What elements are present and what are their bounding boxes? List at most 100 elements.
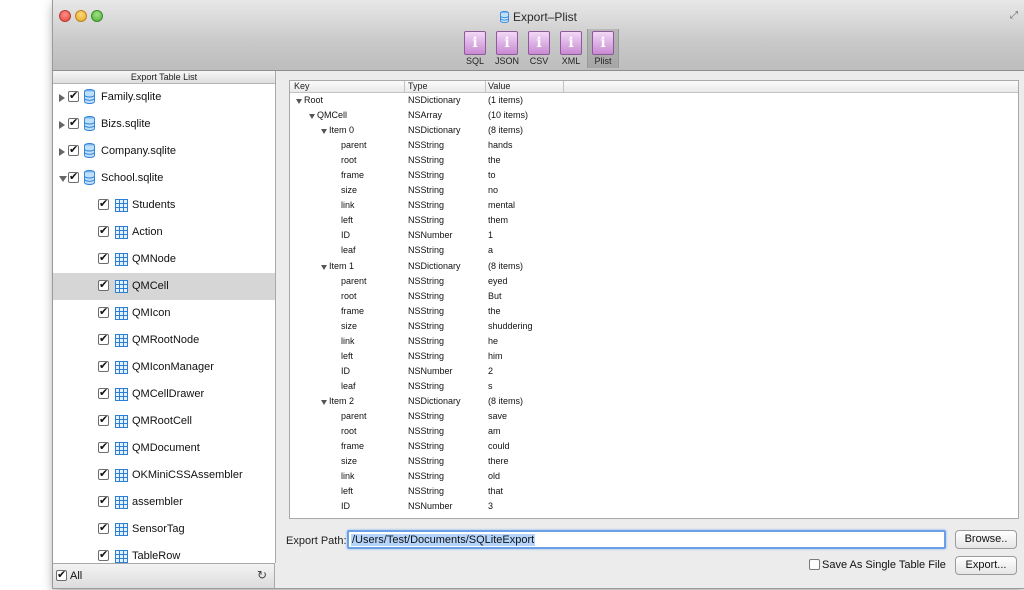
sidebar-table-row[interactable]: QMCell xyxy=(53,273,275,300)
browse-button[interactable]: Browse.. xyxy=(955,530,1017,549)
outline-row[interactable]: left NSString him xyxy=(290,349,1018,364)
outline-row[interactable]: link NSString he xyxy=(290,334,1018,349)
table-checkbox[interactable] xyxy=(98,386,109,399)
sidebar-table-row[interactable]: QMNode xyxy=(53,246,275,273)
tool-xml[interactable]: i XML xyxy=(555,29,587,68)
sidebar-table-row[interactable]: Action xyxy=(53,219,275,246)
sidebar-table-row[interactable]: QMRootCell xyxy=(53,408,275,435)
outline-row[interactable]: frame NSString could xyxy=(290,439,1018,454)
outline-row[interactable]: ID NSNumber 3 xyxy=(290,499,1018,514)
disclosure-triangle-icon[interactable] xyxy=(309,114,315,120)
outline-row[interactable]: Item 2 NSDictionary (8 items) xyxy=(290,394,1018,409)
column-divider[interactable] xyxy=(563,81,564,92)
table-checkbox[interactable] xyxy=(98,548,109,561)
database-checkbox[interactable] xyxy=(68,89,79,102)
table-grid-icon xyxy=(115,280,128,293)
outline-row[interactable]: root NSString am xyxy=(290,424,1018,439)
disclosure-triangle-icon[interactable] xyxy=(59,176,67,182)
tool-json[interactable]: i JSON xyxy=(491,29,523,68)
disclosure-triangle-icon[interactable] xyxy=(59,148,65,156)
single-table-file-checkbox[interactable] xyxy=(809,559,820,570)
table-checkbox[interactable] xyxy=(98,278,109,291)
outline-row[interactable]: link NSString old xyxy=(290,469,1018,484)
sidebar-table-row[interactable]: assembler xyxy=(53,489,275,516)
sidebar-table-row[interactable]: TableRow xyxy=(53,543,275,563)
column-header-value[interactable]: Value xyxy=(488,81,510,92)
database-name: School.sqlite xyxy=(101,172,164,184)
table-checkbox[interactable] xyxy=(98,332,109,345)
tool-csv[interactable]: i CSV xyxy=(523,29,555,68)
disclosure-triangle-icon[interactable] xyxy=(59,94,65,102)
outline-row[interactable]: root NSString the xyxy=(290,153,1018,168)
outline-row[interactable]: size NSString there xyxy=(290,454,1018,469)
database-checkbox[interactable] xyxy=(68,170,79,183)
database-name: Company.sqlite xyxy=(101,145,176,157)
select-all-checkbox[interactable] xyxy=(56,568,67,581)
table-checkbox[interactable] xyxy=(98,224,109,237)
table-checkbox[interactable] xyxy=(98,359,109,372)
table-checkbox[interactable] xyxy=(98,521,109,534)
table-checkbox[interactable] xyxy=(98,494,109,507)
database-checkbox[interactable] xyxy=(68,116,79,129)
outline-row[interactable]: parent NSString hands xyxy=(290,138,1018,153)
disclosure-triangle-icon[interactable] xyxy=(321,129,327,135)
export-path-input[interactable]: /Users/Test/Documents/SQLiteExport xyxy=(347,530,946,549)
outline-row[interactable]: Item 0 NSDictionary (8 items) xyxy=(290,123,1018,138)
disclosure-triangle-icon[interactable] xyxy=(59,121,65,129)
outline-row[interactable]: frame NSString the xyxy=(290,304,1018,319)
outline-row[interactable]: size NSString no xyxy=(290,183,1018,198)
table-checkbox[interactable] xyxy=(98,251,109,264)
tool-sql[interactable]: i SQL xyxy=(459,29,491,68)
table-checkbox[interactable] xyxy=(98,440,109,453)
outline-row[interactable]: frame NSString to xyxy=(290,168,1018,183)
outline-row[interactable]: Item 1 NSDictionary (8 items) xyxy=(290,259,1018,274)
outline-key: frame xyxy=(341,305,365,316)
sidebar-table-row[interactable]: Students xyxy=(53,192,275,219)
outline-row[interactable]: size NSString shuddering xyxy=(290,319,1018,334)
database-checkbox[interactable] xyxy=(68,143,79,156)
outline-row[interactable]: Root NSDictionary (1 items) xyxy=(290,93,1018,108)
table-checkbox[interactable] xyxy=(98,467,109,480)
outline-row[interactable]: link NSString mental xyxy=(290,198,1018,213)
column-divider[interactable] xyxy=(485,81,486,92)
sidebar-database-row[interactable]: School.sqlite xyxy=(53,165,275,192)
export-button[interactable]: Export... xyxy=(955,556,1017,575)
outline-row[interactable]: QMCell NSArray (10 items) xyxy=(290,108,1018,123)
outline-row[interactable]: left NSString them xyxy=(290,213,1018,228)
outline-row[interactable]: ID NSNumber 1 xyxy=(290,228,1018,243)
plist-format-icon: i xyxy=(592,31,614,55)
table-checkbox[interactable] xyxy=(98,305,109,318)
column-divider[interactable] xyxy=(404,81,405,92)
column-header-key[interactable]: Key xyxy=(294,81,310,92)
disclosure-triangle-icon[interactable] xyxy=(321,264,327,270)
plist-outline-view[interactable]: Key Type Value Root NSDictionary (1 items)… xyxy=(289,80,1019,519)
column-header-type[interactable]: Type xyxy=(408,81,428,92)
sidebar-database-row[interactable]: Family.sqlite xyxy=(53,84,275,111)
outline-row[interactable]: leaf NSString s xyxy=(290,379,1018,394)
sidebar-table-row[interactable]: QMCellDrawer xyxy=(53,381,275,408)
outline-value: 1 xyxy=(488,230,494,241)
outline-row[interactable]: parent NSString eyed xyxy=(290,274,1018,289)
outline-row[interactable]: root NSString But xyxy=(290,289,1018,304)
outline-row[interactable]: left NSString that xyxy=(290,484,1018,499)
sidebar-database-row[interactable]: Bizs.sqlite xyxy=(53,111,275,138)
sidebar-table-row[interactable]: SensorTag xyxy=(53,516,275,543)
disclosure-triangle-icon[interactable] xyxy=(321,399,327,405)
sidebar-database-row[interactable]: Company.sqlite xyxy=(53,138,275,165)
sidebar-table-row[interactable]: QMRootNode xyxy=(53,327,275,354)
sidebar-table-row[interactable]: QMDocument xyxy=(53,435,275,462)
fullscreen-icon[interactable]: ⤢ xyxy=(1010,10,1020,21)
sidebar-table-row[interactable]: QMIcon xyxy=(53,300,275,327)
table-checkbox[interactable] xyxy=(98,197,109,210)
tool-plist[interactable]: i Plist xyxy=(587,29,619,68)
sidebar-table-row[interactable]: OKMiniCSSAssembler xyxy=(53,462,275,489)
refresh-icon[interactable]: ↻ xyxy=(257,568,267,582)
disclosure-triangle-icon[interactable] xyxy=(296,99,302,104)
outline-row[interactable]: parent NSString save xyxy=(290,409,1018,424)
table-checkbox[interactable] xyxy=(98,413,109,426)
table-name: SensorTag xyxy=(132,523,185,535)
outline-row[interactable]: leaf NSString a xyxy=(290,243,1018,258)
outline-key: Root xyxy=(304,95,324,105)
sidebar-table-row[interactable]: QMIconManager xyxy=(53,354,275,381)
outline-row[interactable]: ID NSNumber 2 xyxy=(290,364,1018,379)
